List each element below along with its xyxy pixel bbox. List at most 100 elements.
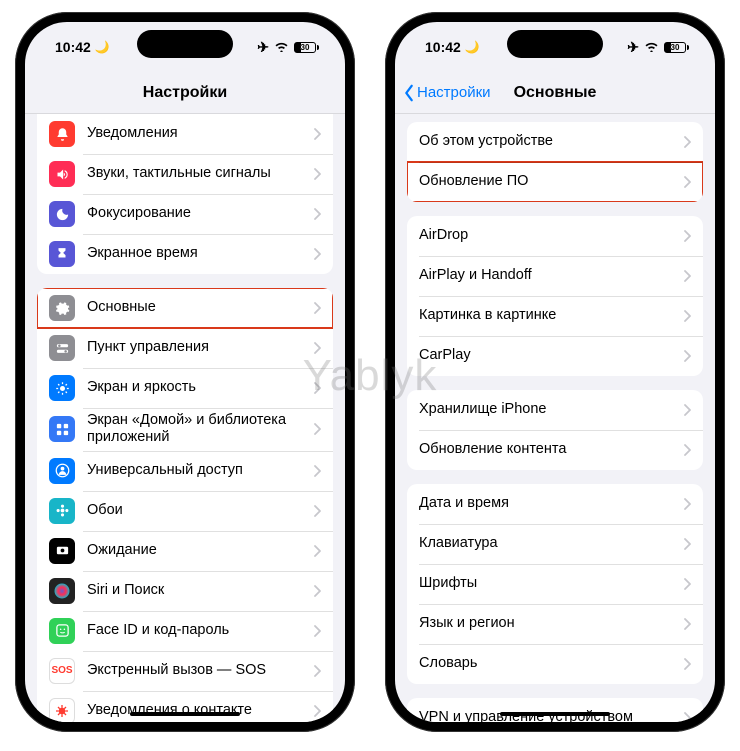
notifications-icon xyxy=(49,121,75,147)
row-label: Уведомления о контакте xyxy=(87,702,313,719)
settings-row-display[interactable]: Экран и яркость xyxy=(37,368,333,408)
row-label: AirDrop xyxy=(419,227,683,244)
row-label: Пункт управления xyxy=(87,339,313,356)
page-title: Основные xyxy=(514,84,597,102)
row-label: Face ID и код-пароль xyxy=(87,622,313,639)
accessibility-icon xyxy=(49,458,75,484)
row-label: Основные xyxy=(87,299,313,316)
general-row-airdrop[interactable]: AirDrop xyxy=(407,216,703,256)
settings-row-exposure[interactable]: Уведомления о контакте xyxy=(37,691,333,722)
row-label: Обои xyxy=(87,502,313,519)
status-time: 10:42 xyxy=(425,39,461,55)
settings-row-general[interactable]: Основные xyxy=(37,288,333,328)
general-row-carplay[interactable]: CarPlay xyxy=(407,336,703,376)
back-button[interactable]: Настройки xyxy=(403,84,491,102)
home-screen-icon xyxy=(49,416,75,442)
dynamic-island xyxy=(137,30,233,58)
row-label: Звуки, тактильные сигналы xyxy=(87,165,313,182)
row-label: Обновление ПО xyxy=(419,173,683,190)
general-row-software-update[interactable]: Обновление ПО xyxy=(407,162,703,202)
settings-row-screentime[interactable]: Экранное время xyxy=(37,234,333,274)
chevron-right-icon xyxy=(683,498,691,510)
dnd-moon-icon: 🌙 xyxy=(465,40,480,54)
chevron-right-icon xyxy=(683,712,691,722)
chevron-right-icon xyxy=(313,302,321,314)
chevron-right-icon xyxy=(683,444,691,456)
settings-row-home-screen[interactable]: Экран «Домой» и библиотека приложений xyxy=(37,408,333,451)
focus-icon xyxy=(49,201,75,227)
chevron-right-icon xyxy=(313,625,321,637)
iphone-right: 10:42 🌙 ✈︎ 30 Настройки Основные Об этом… xyxy=(385,12,725,732)
airplane-icon: ✈︎ xyxy=(257,39,269,56)
chevron-right-icon xyxy=(683,618,691,630)
row-label: AirPlay и Handoff xyxy=(419,267,683,284)
row-label: Siri и Поиск xyxy=(87,582,313,599)
page-title: Настройки xyxy=(143,84,227,102)
row-label: Обновление контента xyxy=(419,441,683,458)
sounds-icon xyxy=(49,161,75,187)
control-center-icon xyxy=(49,335,75,361)
home-indicator[interactable] xyxy=(130,712,240,716)
general-row-airplay[interactable]: AirPlay и Handoff xyxy=(407,256,703,296)
chevron-right-icon xyxy=(683,404,691,416)
settings-row-accessibility[interactable]: Универсальный доступ xyxy=(37,451,333,491)
row-label: Словарь xyxy=(419,655,683,672)
wifi-icon xyxy=(274,39,289,55)
chevron-right-icon xyxy=(313,465,321,477)
chevron-right-icon xyxy=(683,310,691,322)
settings-row-siri[interactable]: Siri и Поиск xyxy=(37,571,333,611)
general-row-background-refresh[interactable]: Обновление контента xyxy=(407,430,703,470)
chevron-right-icon xyxy=(683,538,691,550)
row-label: Язык и регион xyxy=(419,615,683,632)
general-row-date-time[interactable]: Дата и время xyxy=(407,484,703,524)
settings-row-faceid[interactable]: Face ID и код-пароль xyxy=(37,611,333,651)
general-row-pip[interactable]: Картинка в картинке xyxy=(407,296,703,336)
general-row-language[interactable]: Язык и регион xyxy=(407,604,703,644)
general-row-fonts[interactable]: Шрифты xyxy=(407,564,703,604)
settings-row-notifications[interactable]: Уведомления xyxy=(37,114,333,154)
nav-bar: Настройки Основные xyxy=(395,72,715,114)
chevron-right-icon xyxy=(313,342,321,354)
settings-row-wallpaper[interactable]: Обои xyxy=(37,491,333,531)
row-label: CarPlay xyxy=(419,347,683,364)
settings-row-sos[interactable]: SOSЭкстренный вызов — SOS xyxy=(37,651,333,691)
chevron-right-icon xyxy=(313,128,321,140)
general-row-about[interactable]: Об этом устройстве xyxy=(407,122,703,162)
chevron-right-icon xyxy=(313,505,321,517)
chevron-right-icon xyxy=(683,658,691,670)
row-label: Хранилище iPhone xyxy=(419,401,683,418)
wifi-icon xyxy=(644,39,659,55)
status-time: 10:42 xyxy=(55,39,91,55)
general-icon xyxy=(49,295,75,321)
settings-row-standby[interactable]: Ожидание xyxy=(37,531,333,571)
row-label: Экранное время xyxy=(87,245,313,262)
chevron-right-icon xyxy=(313,705,321,717)
general-row-dictionary[interactable]: Словарь xyxy=(407,644,703,684)
general-list[interactable]: Об этом устройстве Обновление ПО AirDrop Ai… xyxy=(395,114,715,722)
row-label: Экран «Домой» и библиотека приложений xyxy=(87,412,313,447)
dynamic-island xyxy=(507,30,603,58)
chevron-right-icon xyxy=(313,208,321,220)
row-label: Ожидание xyxy=(87,542,313,559)
home-indicator[interactable] xyxy=(500,712,610,716)
settings-row-focus[interactable]: Фокусирование xyxy=(37,194,333,234)
dnd-moon-icon: 🌙 xyxy=(95,40,110,54)
iphone-left: 10:42 🌙 ✈︎ 30 Настройки УведомленияЗвуки… xyxy=(15,12,355,732)
general-row-keyboard[interactable]: Клавиатура xyxy=(407,524,703,564)
general-row-vpn[interactable]: VPN и управление устройством xyxy=(407,698,703,722)
row-label: Об этом устройстве xyxy=(419,133,683,150)
general-row-storage[interactable]: Хранилище iPhone xyxy=(407,390,703,430)
battery-icon: 30 xyxy=(664,42,689,53)
chevron-right-icon xyxy=(313,168,321,180)
settings-row-control-center[interactable]: Пункт управления xyxy=(37,328,333,368)
chevron-right-icon xyxy=(313,423,321,435)
row-label: Клавиатура xyxy=(419,535,683,552)
row-label: Экран и яркость xyxy=(87,379,313,396)
row-label: Шрифты xyxy=(419,575,683,592)
airplane-icon: ✈︎ xyxy=(627,39,639,56)
settings-list[interactable]: Уведомления Звуки, тактильные сигналы Фоку… xyxy=(25,114,345,722)
chevron-right-icon xyxy=(313,248,321,260)
screentime-icon xyxy=(49,241,75,267)
settings-row-sounds[interactable]: Звуки, тактильные сигналы xyxy=(37,154,333,194)
chevron-right-icon xyxy=(683,230,691,242)
